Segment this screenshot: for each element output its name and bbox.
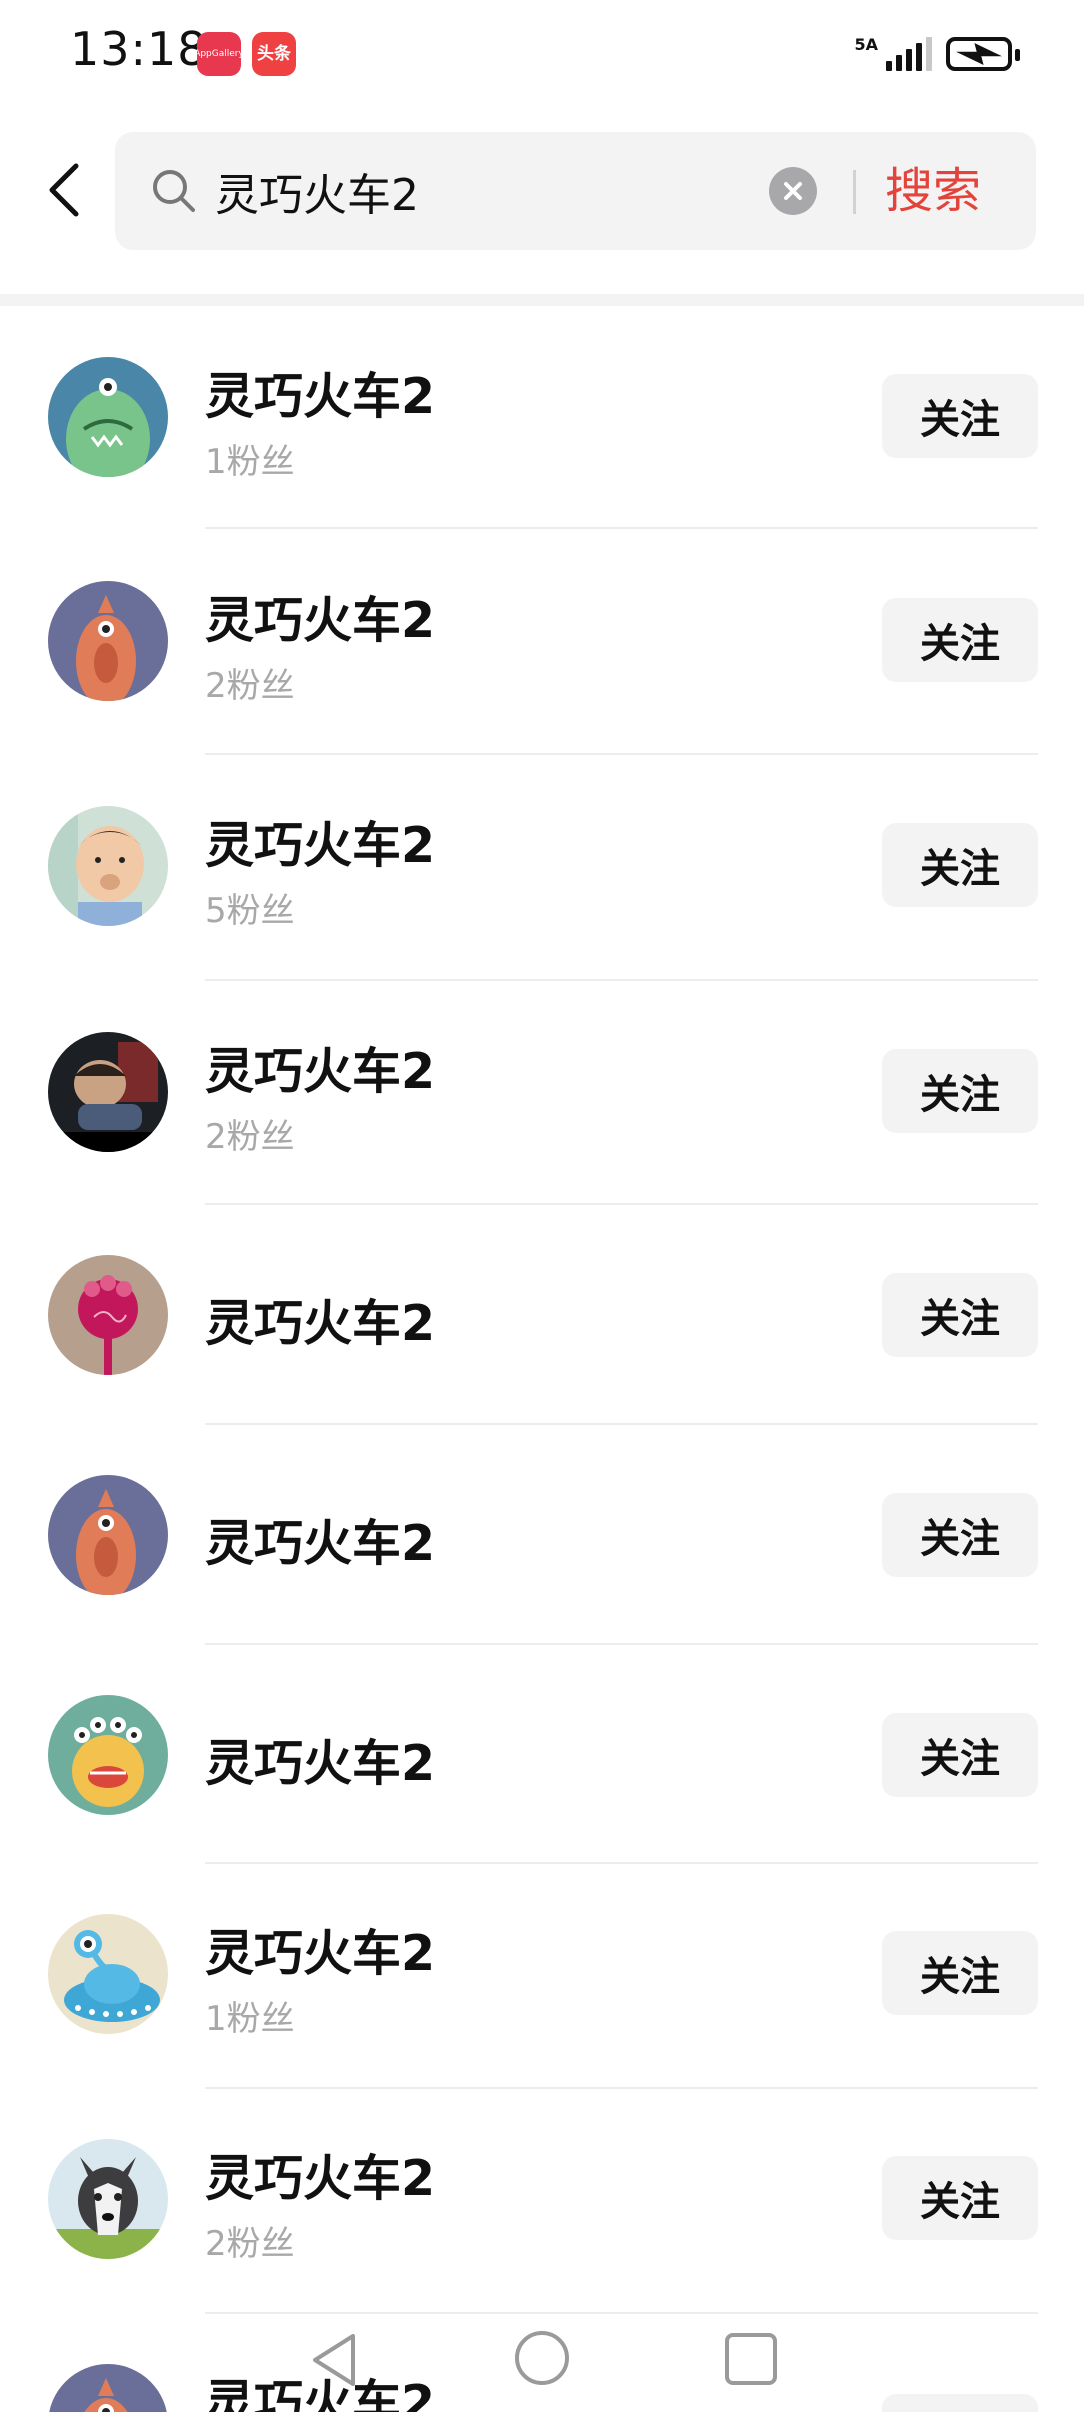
- user-name: 灵巧火车2: [205, 1515, 436, 1572]
- status-indicators: 5A: [854, 32, 1020, 76]
- search-bar: 搜索: [115, 132, 1036, 250]
- orange-monster-avatar: [48, 581, 168, 701]
- follow-button[interactable]: 关注: [882, 1493, 1038, 1577]
- orange-monster-avatar: [48, 1475, 168, 1595]
- back-nav-icon[interactable]: [305, 2330, 365, 2390]
- fan-count: 1粉丝: [205, 442, 295, 482]
- follow-button[interactable]: 关注: [882, 823, 1038, 907]
- user-name: 灵巧火车2: [205, 1043, 436, 1100]
- fan-count: 5粉丝: [205, 891, 295, 931]
- fan-count: 2粉丝: [205, 1117, 295, 1157]
- status-bar: 13:18 AppGallery 头条 5A: [0, 0, 1084, 108]
- user-row[interactable]: 灵巧火车2 关注: [0, 1425, 1084, 1645]
- user-row[interactable]: 灵巧火车2 2粉丝 关注: [0, 2089, 1084, 2314]
- signal-icon: 5A: [854, 37, 932, 71]
- user-row[interactable]: 灵巧火车2 5粉丝 关注: [0, 755, 1084, 981]
- user-name: 灵巧火车2: [205, 2150, 436, 2207]
- search-button[interactable]: 搜索: [877, 158, 989, 224]
- battery-icon: [946, 37, 1020, 71]
- user-row[interactable]: 灵巧火车2 2粉丝 关注: [0, 530, 1084, 755]
- clear-button[interactable]: [769, 167, 817, 215]
- user-name: 灵巧火车2: [205, 1925, 436, 1982]
- user-row[interactable]: 灵巧火车2 1粉丝 关注: [0, 306, 1084, 529]
- user-row[interactable]: 灵巧火车2 1粉丝 关注: [0, 1864, 1084, 2089]
- follow-button[interactable]: 关注: [882, 1931, 1038, 2015]
- follow-button[interactable]: 关注: [882, 598, 1038, 682]
- search-divider: [853, 170, 856, 214]
- user-name: 灵巧火车2: [205, 368, 436, 425]
- pink-monster-avatar: [48, 1255, 168, 1375]
- appgallery-icon: AppGallery: [194, 32, 244, 76]
- toutiao-icon: 头条: [252, 32, 296, 76]
- section-separator: [0, 294, 1084, 306]
- search-icon: [153, 170, 195, 212]
- follow-button[interactable]: 关注: [882, 1273, 1038, 1357]
- fan-count: 2粉丝: [205, 666, 295, 706]
- close-icon: [784, 182, 802, 200]
- network-label: 5A: [854, 35, 878, 54]
- baby-photo-avatar: [48, 806, 168, 926]
- row-divider: [205, 527, 1038, 529]
- fan-count: 2粉丝: [205, 2224, 295, 2264]
- blue-ufo-avatar: [48, 1914, 168, 2034]
- green-monster-avatar: [48, 357, 168, 477]
- user-name: 灵巧火车2: [205, 817, 436, 874]
- follow-button[interactable]: 关注: [882, 2156, 1038, 2240]
- dark-photo-avatar: [48, 1032, 168, 1152]
- user-name: 灵巧火车2: [205, 1735, 436, 1792]
- user-name: 灵巧火车2: [205, 1295, 436, 1352]
- follow-button[interactable]: 关注: [882, 1713, 1038, 1797]
- search-input[interactable]: [215, 160, 855, 222]
- husky-photo-avatar: [48, 2139, 168, 2259]
- user-row[interactable]: 灵巧火车2 关注: [0, 1645, 1084, 1864]
- user-row[interactable]: 灵巧火车2 2粉丝 关注: [0, 981, 1084, 1205]
- user-row[interactable]: 灵巧火车2 关注: [0, 1205, 1084, 1425]
- follow-button[interactable]: 关注: [882, 1049, 1038, 1133]
- user-name: 灵巧火车2: [205, 592, 436, 649]
- home-nav-icon[interactable]: [514, 2330, 570, 2386]
- recent-apps-icon[interactable]: [724, 2332, 778, 2386]
- back-button[interactable]: [46, 160, 90, 220]
- follow-button[interactable]: 关注: [882, 374, 1038, 458]
- status-time: 13:18: [70, 22, 208, 76]
- system-nav-bar: [0, 2320, 1084, 2412]
- yellow-monster-avatar: [48, 1695, 168, 1815]
- chevron-left-icon: [49, 163, 79, 217]
- fan-count: 1粉丝: [205, 1999, 295, 2039]
